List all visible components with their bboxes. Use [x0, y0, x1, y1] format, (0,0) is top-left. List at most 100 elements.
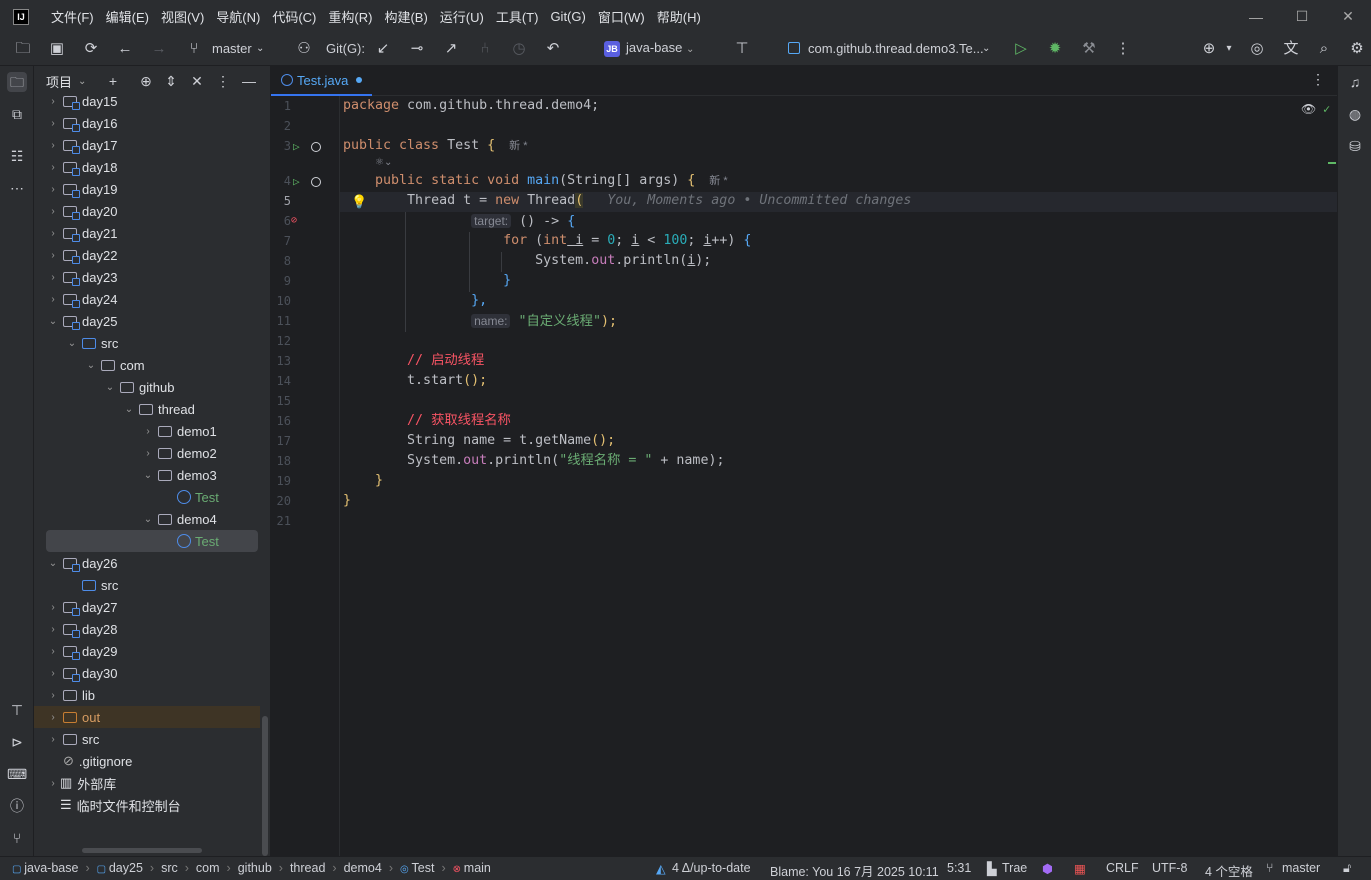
tab-test-java[interactable]: Test.java	[271, 66, 373, 96]
git-blame-status[interactable]: Blame: You 16 7月 2025 10:11	[770, 861, 939, 880]
build-icon[interactable]: ⊤	[7, 700, 27, 720]
history-icon[interactable]: ◷	[509, 39, 529, 59]
chevron-down-icon[interactable]: ⌄	[46, 316, 60, 327]
tab-options-icon[interactable]: ⋮	[1311, 71, 1325, 88]
tree-item[interactable]: › day15	[34, 90, 260, 112]
breakpoint-icon[interactable]	[311, 177, 321, 187]
locate-icon[interactable]: ⊕	[137, 72, 155, 90]
tree-item[interactable]: › demo2	[34, 442, 260, 464]
tree-scrollbar[interactable]	[262, 716, 268, 856]
git-update-icon[interactable]: ↙	[373, 39, 393, 59]
sync-icon[interactable]: ⟳	[81, 39, 101, 59]
panel-title[interactable]: 项目	[46, 72, 72, 91]
run-main-icon[interactable]: ▷	[293, 176, 303, 187]
indent-setting[interactable]: 4 个空格	[1205, 861, 1253, 880]
tree-item[interactable]: ⌄ demo3	[34, 464, 260, 486]
chevron-right-icon[interactable]: ›	[46, 184, 60, 195]
chevron-down-icon[interactable]: ⌄	[84, 360, 98, 371]
menu-edit[interactable]: 编辑(E)	[106, 7, 149, 26]
save-icon[interactable]: ▣	[47, 39, 67, 59]
project-selector[interactable]: JB java-base ⌄	[604, 40, 694, 57]
tree-item[interactable]: ⌄ demo4	[34, 508, 260, 530]
terminal-icon[interactable]: ⌨	[7, 764, 27, 784]
chevron-right-icon[interactable]: ›	[46, 272, 60, 283]
ai-chat-icon[interactable]: ◍	[1345, 104, 1365, 124]
tree-item[interactable]: › day20	[34, 200, 260, 222]
git-icon[interactable]: ⑂	[7, 828, 27, 848]
tree-item[interactable]: › day28	[34, 618, 260, 640]
chevron-down-icon[interactable]: ⌄	[141, 470, 155, 481]
tree-item[interactable]: › day21	[34, 222, 260, 244]
chevron-right-icon[interactable]: ›	[141, 426, 155, 437]
menu-file[interactable]: 文件(F)	[51, 7, 94, 26]
intellij-logo-icon[interactable]: IJ	[13, 8, 29, 25]
chevron-down-icon[interactable]: ⌄	[256, 43, 264, 54]
menu-git[interactable]: Git(G)	[550, 9, 585, 24]
more-icon[interactable]: ⋮	[1113, 39, 1133, 59]
minimize-icon[interactable]: —	[1233, 0, 1279, 33]
stop-hammer-icon[interactable]: ⚒	[1079, 39, 1099, 59]
chevron-right-icon[interactable]: ›	[141, 448, 155, 459]
chevron-down-icon[interactable]: ⌄	[78, 76, 86, 87]
run-icon[interactable]: ▷	[1011, 39, 1031, 59]
no-problems-check-icon[interactable]: ✓	[1323, 102, 1330, 116]
debug-icon[interactable]: ✹	[1045, 39, 1065, 59]
search-icon[interactable]: ⌕	[1314, 39, 1334, 59]
lambda-breakpoint-icon[interactable]: ⊘	[291, 215, 297, 226]
caret-position[interactable]: 5:31	[947, 861, 971, 875]
code-editor[interactable]: 1 2 3 4 5 6 7 8 9 10 11 12 13 14 15 16 17 18 19 20 21 ▷ ▷ ⊘ …	[271, 96, 1337, 856]
tree-item[interactable]: › day23	[34, 266, 260, 288]
menu-refactor[interactable]: 重构(R)	[328, 7, 372, 26]
breadcrumb-item[interactable]: Test	[412, 861, 435, 875]
breakpoint-icon[interactable]	[311, 142, 321, 152]
forward-arrow-icon[interactable]: →	[149, 39, 169, 59]
chevron-right-icon[interactable]: ›	[46, 228, 60, 239]
chevron-right-icon[interactable]: ›	[46, 734, 60, 745]
tree-item[interactable]: ⌄ com	[34, 354, 260, 376]
git-commit-icon[interactable]: ⊸	[407, 39, 427, 59]
file-encoding[interactable]: UTF-8	[1152, 861, 1187, 875]
git-push-icon[interactable]: ↗	[441, 39, 461, 59]
chevron-right-icon[interactable]: ›	[46, 624, 60, 635]
database-icon[interactable]: ⛁	[1345, 136, 1365, 156]
chevron-right-icon[interactable]: ›	[46, 140, 60, 151]
tree-item[interactable]: › day16	[34, 112, 260, 134]
tree-item[interactable]: ⌄ src	[34, 332, 260, 354]
chevron-down-icon[interactable]: ⌄	[65, 338, 79, 349]
menu-run[interactable]: 运行(U)	[440, 7, 484, 26]
chevron-right-icon[interactable]: ›	[46, 712, 60, 723]
project-folder-icon[interactable]: 🗀	[7, 72, 27, 92]
status-branch[interactable]: master	[1282, 861, 1320, 875]
chevron-right-icon[interactable]: ›	[46, 778, 60, 789]
chevron-right-icon[interactable]: ›	[46, 690, 60, 701]
rollback-icon[interactable]: ↶	[543, 39, 563, 59]
windows-logo-icon[interactable]: ▦	[1074, 861, 1086, 876]
tree-item[interactable]: › day17	[34, 134, 260, 156]
chevron-right-icon[interactable]: ›	[46, 668, 60, 679]
tree-item[interactable]: Test	[34, 486, 260, 508]
tree-item[interactable]: ☰ 临时文件和控制台	[34, 794, 260, 816]
menu-help[interactable]: 帮助(H)	[657, 7, 701, 26]
back-arrow-icon[interactable]: ←	[115, 39, 135, 59]
git-status[interactable]: 4 Δ/up-to-date	[672, 861, 751, 875]
tree-item[interactable]: › day27	[34, 596, 260, 618]
tree-item[interactable]: ⌄ github	[34, 376, 260, 398]
tree-h-scrollbar[interactable]	[82, 848, 202, 853]
plugin-shield-icon[interactable]: ⬢	[1042, 861, 1053, 876]
tree-item[interactable]: › demo1	[34, 420, 260, 442]
close-window-icon[interactable]: ✕	[1325, 0, 1371, 33]
chevron-down-icon[interactable]: ⌄	[46, 558, 60, 569]
translate-icon[interactable]: 文	[1281, 39, 1301, 59]
tree-item[interactable]: › out	[34, 706, 260, 728]
tree-item[interactable]: › day29	[34, 640, 260, 662]
tree-item[interactable]: ⌄ day25	[34, 310, 260, 332]
commit-icon[interactable]: ⧉	[7, 104, 27, 124]
services-icon[interactable]: ⊳	[7, 732, 27, 752]
chevron-down-icon[interactable]: ▾	[1219, 39, 1239, 59]
menu-window[interactable]: 窗口(W)	[598, 7, 645, 26]
branch-selector[interactable]: master	[212, 41, 252, 56]
menu-view[interactable]: 视图(V)	[161, 7, 204, 26]
breadcrumb-item[interactable]: com	[196, 861, 220, 875]
tree-item[interactable]: ⊘ .gitignore	[34, 750, 260, 772]
settings-gear-icon[interactable]: ⚙	[1347, 39, 1367, 59]
